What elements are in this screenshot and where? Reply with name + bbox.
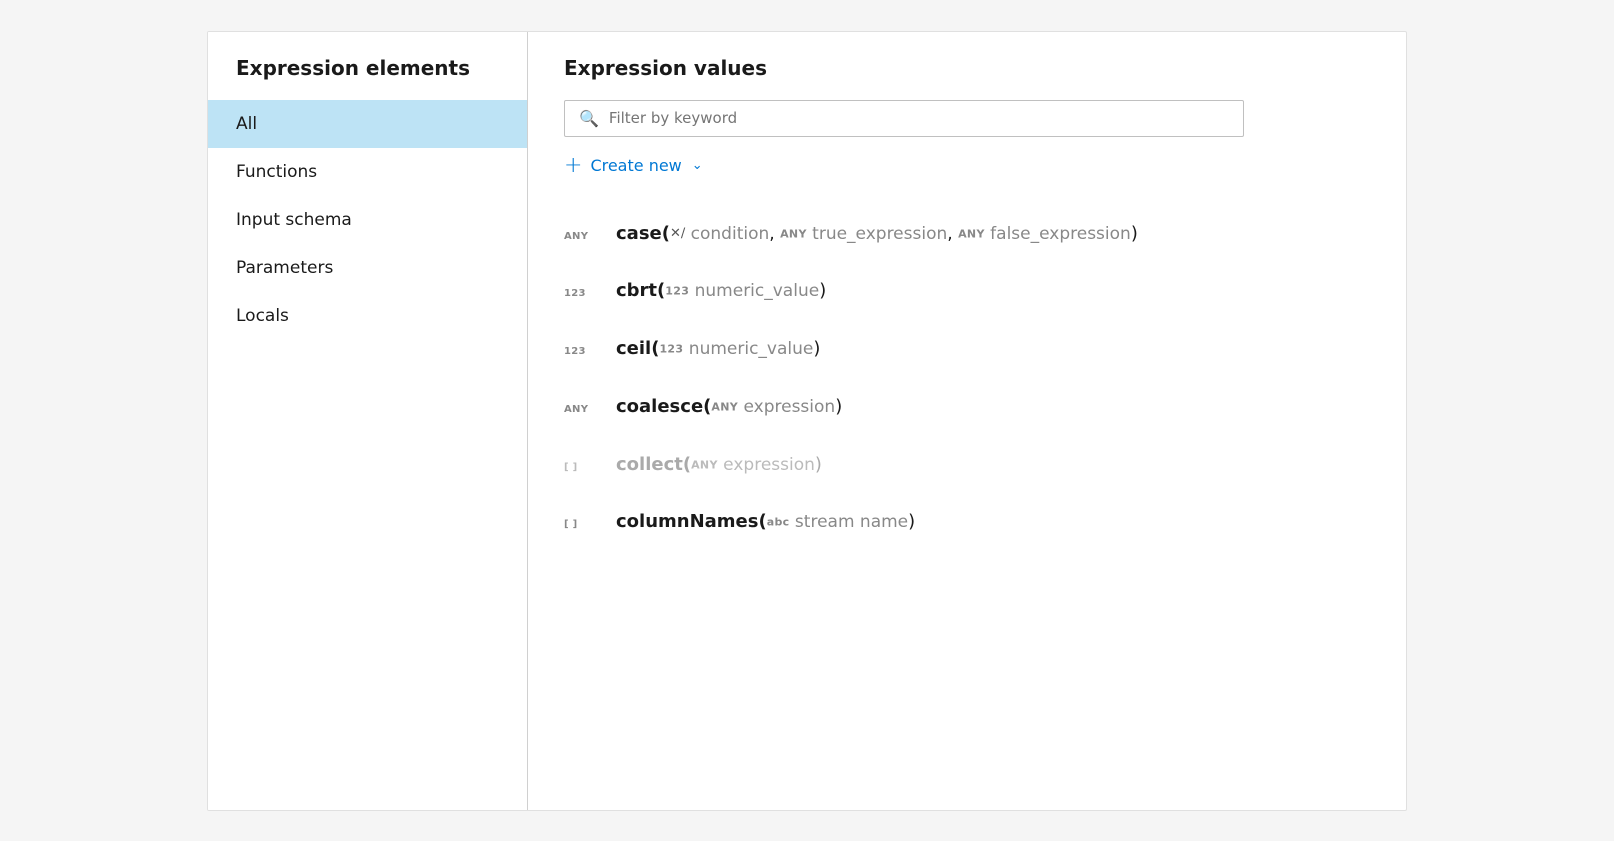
nav-item-all[interactable]: All [208, 100, 527, 148]
function-item-coalesce[interactable]: ANY coalesce(ANY expression) [564, 378, 1370, 436]
expression-elements-nav: All Functions Input schema Parameters Lo… [208, 100, 527, 340]
expression-builder-panel: Expression elements All Functions Input … [207, 31, 1407, 811]
function-list: ANY case(✕∕ condition, ANY true_expressi… [564, 205, 1370, 552]
function-item-case[interactable]: ANY case(✕∕ condition, ANY true_expressi… [564, 205, 1370, 263]
function-item-columnnames[interactable]: [ ] columnNames(abc stream name) [564, 493, 1370, 551]
function-item-ceil[interactable]: 123 ceil(123 numeric_value) [564, 320, 1370, 378]
function-signature-coalesce: coalesce(ANY expression) [616, 394, 842, 420]
expression-values-panel: Expression values 🔍 + Create new ⌄ ANY c… [528, 32, 1406, 810]
nav-item-functions[interactable]: Functions [208, 148, 527, 196]
search-icon: 🔍 [579, 109, 599, 128]
type-badge-any-coalesce: ANY [564, 402, 600, 415]
search-bar-container: 🔍 [564, 100, 1244, 137]
type-badge-123-ceil: 123 [564, 344, 600, 357]
plus-icon: + [564, 155, 582, 177]
create-new-label: Create new [590, 156, 681, 175]
search-input[interactable] [609, 109, 1229, 127]
type-badge-123-cbrt: 123 [564, 286, 600, 299]
expression-elements-panel: Expression elements All Functions Input … [208, 32, 528, 810]
type-badge-arr-columnnames: [ ] [564, 517, 600, 530]
nav-item-locals[interactable]: Locals [208, 292, 527, 340]
right-panel-title: Expression values [564, 56, 1370, 80]
function-signature-case: case(✕∕ condition, ANY true_expression, … [616, 221, 1138, 247]
function-item-collect[interactable]: [ ] collect(ANY expression) [564, 436, 1370, 494]
type-badge-arr-collect: [ ] [564, 460, 600, 473]
condition-icon: ✕∕ [670, 225, 685, 240]
type-badge-any: ANY [564, 229, 600, 242]
nav-item-parameters[interactable]: Parameters [208, 244, 527, 292]
function-signature-ceil: ceil(123 numeric_value) [616, 336, 820, 362]
nav-item-input-schema[interactable]: Input schema [208, 196, 527, 244]
function-signature-cbrt: cbrt(123 numeric_value) [616, 278, 826, 304]
chevron-down-icon: ⌄ [692, 158, 703, 173]
function-signature-collect: collect(ANY expression) [616, 452, 822, 478]
function-signature-columnnames: columnNames(abc stream name) [616, 509, 915, 535]
left-panel-title: Expression elements [208, 56, 527, 100]
create-new-button[interactable]: + Create new ⌄ [564, 155, 703, 177]
function-item-cbrt[interactable]: 123 cbrt(123 numeric_value) [564, 262, 1370, 320]
